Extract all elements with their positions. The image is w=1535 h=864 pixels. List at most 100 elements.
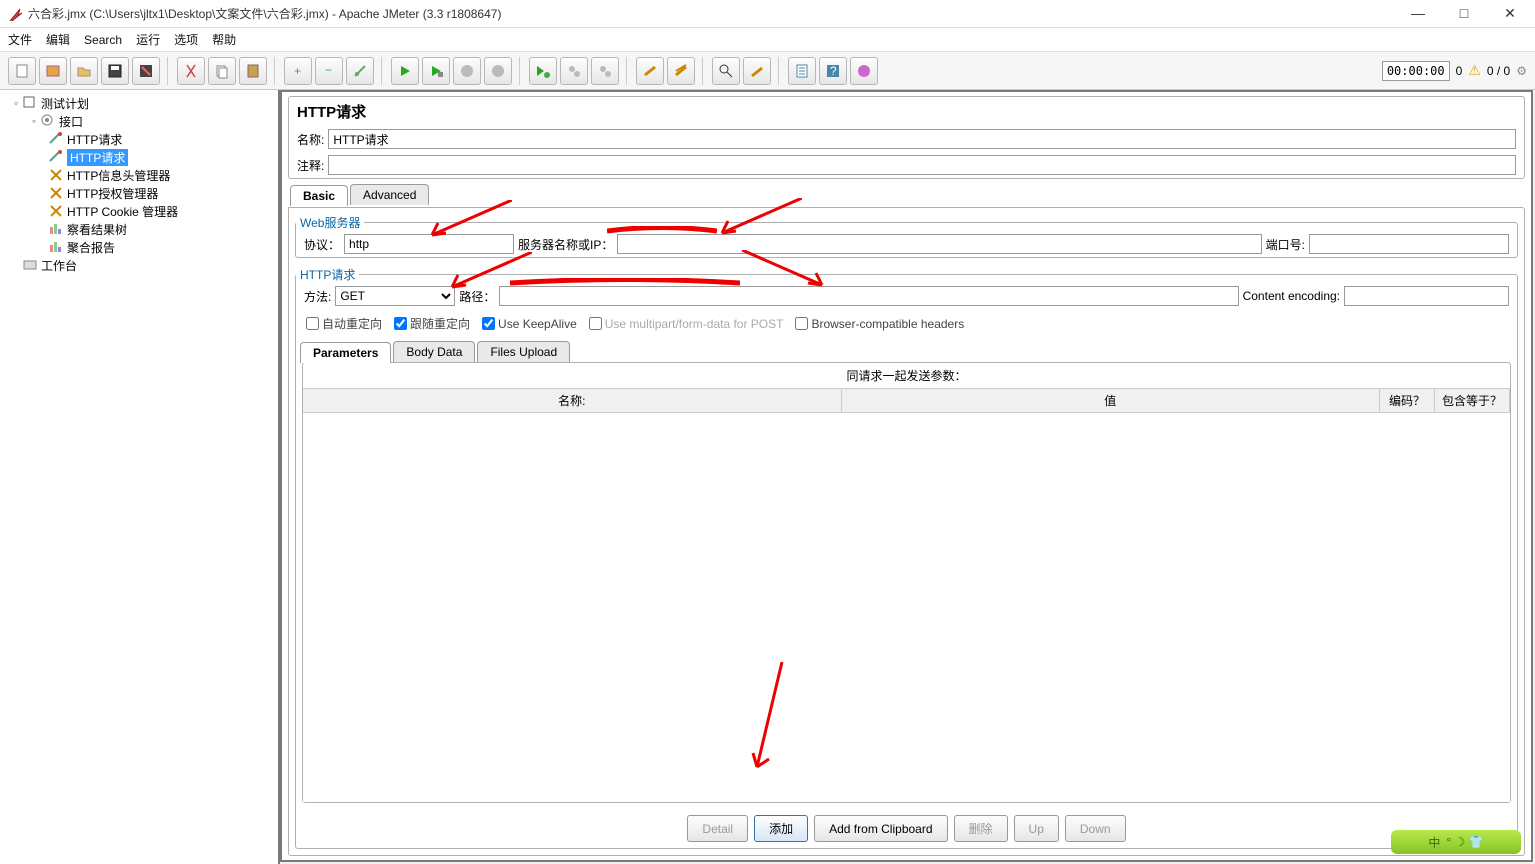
down-button[interactable]: Down [1065, 815, 1126, 842]
tree-panel: ◦ 测试计划 ◦ 接口 HTTP请求 HTTP请求 HTTP信息头管理器 [0, 90, 280, 864]
shutdown-button[interactable] [484, 57, 512, 85]
window-title: 六合彩.jmx (C:\Users\jltx1\Desktop\文案文件\六合彩… [28, 5, 1401, 22]
comment-input[interactable] [328, 155, 1516, 175]
tree-root[interactable]: ◦ 测试计划 [6, 94, 278, 112]
new-button[interactable] [8, 57, 36, 85]
start-button[interactable] [391, 57, 419, 85]
minimize-button[interactable]: — [1401, 5, 1435, 22]
search-tree-button[interactable] [712, 57, 740, 85]
menu-edit[interactable]: 编辑 [46, 31, 70, 48]
path-input[interactable] [499, 286, 1238, 306]
protocol-input[interactable] [344, 234, 514, 254]
save-button[interactable] [101, 57, 129, 85]
menu-help[interactable]: 帮助 [212, 31, 236, 48]
maximize-button[interactable]: □ [1447, 5, 1481, 22]
col-include-equals: 包含等于？ [1435, 389, 1510, 412]
name-input[interactable] [328, 129, 1516, 149]
ime-indicator[interactable]: 中 ° ☽ 👕 [1391, 830, 1521, 854]
remote-stop-button[interactable] [560, 57, 588, 85]
active-threads: 0 [1456, 64, 1463, 78]
menu-run[interactable]: 运行 [136, 31, 160, 48]
cb-auto-redirect[interactable]: 自动重定向 [306, 315, 382, 332]
detail-button[interactable]: Detail [687, 815, 748, 842]
add-button[interactable]: 添加 [754, 815, 808, 842]
col-name: 名称: [303, 389, 842, 412]
params-title: 同请求一起发送参数： [303, 363, 1510, 388]
collapse-button[interactable]: − [315, 57, 343, 85]
tab-advanced[interactable]: Advanced [350, 184, 429, 205]
thread-ratio: 0 / 0 [1487, 64, 1510, 78]
stop-button[interactable] [453, 57, 481, 85]
svg-text:?: ? [830, 64, 837, 78]
save-as-button[interactable] [132, 57, 160, 85]
templates-button[interactable] [39, 57, 67, 85]
timer-display: 00:00:00 [1382, 61, 1450, 81]
method-label: 方法: [304, 288, 331, 305]
menu-options[interactable]: 选项 [174, 31, 198, 48]
tree-item-auth-mgr[interactable]: HTTP授权管理器 [6, 184, 278, 202]
tab-basic[interactable]: Basic [290, 185, 348, 206]
tree-item-aggregate[interactable]: 聚合报告 [6, 238, 278, 256]
clear-all-button[interactable] [667, 57, 695, 85]
redaction-mark [607, 226, 717, 236]
svg-text:+: + [294, 64, 301, 78]
menu-file[interactable]: 文件 [8, 31, 32, 48]
comment-label: 注释: [297, 157, 324, 174]
gear-icon[interactable]: ⚙ [1516, 64, 1527, 78]
add-from-clipboard-button[interactable]: Add from Clipboard [814, 815, 947, 842]
tab-body-data[interactable]: Body Data [393, 341, 475, 362]
params-table: 同请求一起发送参数： 名称: 值 编码？ 包含等于？ [302, 362, 1511, 803]
paste-button[interactable] [239, 57, 267, 85]
cb-follow-redirect[interactable]: 跟随重定向 [394, 315, 470, 332]
port-label: 端口号: [1266, 236, 1305, 253]
plugins-button[interactable] [850, 57, 878, 85]
encoding-input[interactable] [1344, 286, 1509, 306]
expand-button[interactable]: + [284, 57, 312, 85]
open-button[interactable] [70, 57, 98, 85]
clear-button[interactable] [636, 57, 664, 85]
server-label: 服务器名称或IP： [518, 236, 613, 253]
remote-shutdown-button[interactable] [591, 57, 619, 85]
help-button[interactable]: ? [819, 57, 847, 85]
tree-workbench[interactable]: 工作台 [6, 256, 278, 274]
toolbar: + − ? 00:00:00 0 ⚠ 0 / 0 ⚙ [0, 52, 1535, 90]
tree-item-header-mgr[interactable]: HTTP信息头管理器 [6, 166, 278, 184]
up-button[interactable]: Up [1014, 815, 1059, 842]
function-helper-button[interactable] [788, 57, 816, 85]
method-select[interactable]: GET [335, 286, 455, 306]
tree-item-view-results[interactable]: 察看结果树 [6, 220, 278, 238]
col-encode: 编码？ [1380, 389, 1435, 412]
menu-search[interactable]: Search [84, 33, 122, 47]
tab-files-upload[interactable]: Files Upload [477, 341, 570, 362]
server-input[interactable] [617, 234, 1261, 254]
cb-browser-headers[interactable]: Browser-compatible headers [795, 317, 964, 331]
tree-thread-group[interactable]: ◦ 接口 [6, 112, 278, 130]
col-value: 值 [842, 389, 1381, 412]
copy-button[interactable] [208, 57, 236, 85]
editor-panel: HTTP请求 名称: 注释: Basic Advanced Web服务器 协议：… [280, 90, 1533, 862]
params-body[interactable] [303, 413, 1510, 802]
close-button[interactable]: ✕ [1493, 5, 1527, 22]
start-no-timers-button[interactable] [422, 57, 450, 85]
ime-icon: ° ☽ 👕 [1446, 835, 1483, 849]
protocol-label: 协议： [304, 236, 340, 253]
port-input[interactable] [1309, 234, 1509, 254]
tree-item-cookie-mgr[interactable]: HTTP Cookie 管理器 [6, 202, 278, 220]
tree-item-http-2[interactable]: HTTP请求 [6, 148, 278, 166]
cb-multipart[interactable]: Use multipart/form-data for POST [589, 317, 784, 331]
web-server-legend: Web服务器 [296, 214, 364, 231]
config-tabs: Basic Advanced [284, 181, 1529, 205]
cb-keepalive[interactable]: Use KeepAlive [482, 317, 577, 331]
remote-start-button[interactable] [529, 57, 557, 85]
path-label: 路径： [459, 288, 495, 305]
toggle-button[interactable] [346, 57, 374, 85]
menu-bar: 文件 编辑 Search 运行 选项 帮助 [0, 28, 1535, 52]
title-bar: 六合彩.jmx (C:\Users\jltx1\Desktop\文案文件\六合彩… [0, 0, 1535, 28]
name-label: 名称: [297, 131, 324, 148]
warning-icon: ⚠ [1468, 62, 1481, 79]
delete-button[interactable]: 删除 [954, 815, 1008, 842]
cut-button[interactable] [177, 57, 205, 85]
tab-parameters[interactable]: Parameters [300, 342, 391, 363]
reset-search-button[interactable] [743, 57, 771, 85]
tree-item-http-1[interactable]: HTTP请求 [6, 130, 278, 148]
